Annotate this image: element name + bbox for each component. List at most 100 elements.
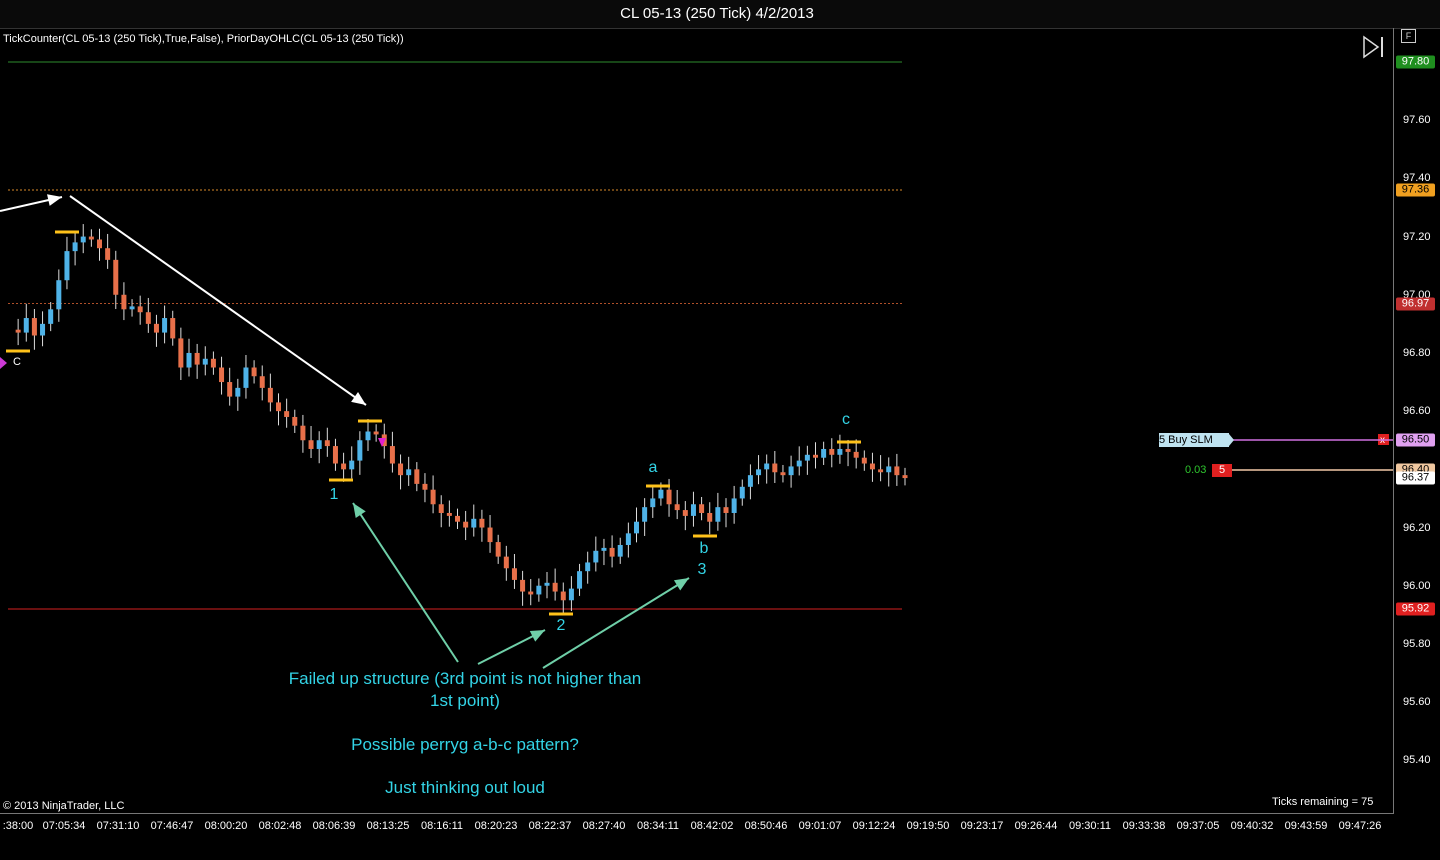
candle-body (267, 387, 273, 403)
time-tick-label: 09:23:17 (960, 820, 1004, 832)
candle-body (894, 466, 900, 476)
time-tick-label: 09:01:07 (798, 820, 842, 832)
price-tick-label: 97.60 (1403, 114, 1431, 127)
price-tick-label: 96.20 (1403, 521, 1431, 534)
price-tick-label: 95.60 (1403, 696, 1431, 709)
candle-body (731, 498, 737, 513)
candle-body (121, 294, 127, 310)
price-tick-label: 96.60 (1403, 405, 1431, 418)
price-badge-last: 96.37 (1396, 471, 1435, 485)
candle-body (804, 454, 810, 461)
candle-body (324, 440, 330, 447)
candle-body (471, 518, 477, 528)
copyright: © 2013 NinjaTrader, LLC (3, 800, 125, 812)
candle-body (178, 338, 184, 368)
candle-body (886, 466, 892, 473)
candle-body (585, 562, 591, 572)
candle-body (495, 542, 501, 557)
time-tick-label: 08:06:39 (312, 820, 356, 832)
price-tick-label: 96.80 (1403, 346, 1431, 359)
candle-body (365, 431, 371, 441)
candle-body (23, 318, 29, 333)
candle-body (544, 582, 550, 586)
price-badge-buy-order: 96.50 (1396, 433, 1435, 447)
time-tick-label: 09:19:50 (906, 820, 950, 832)
candle-body (788, 466, 794, 476)
candle-body (284, 411, 290, 417)
candle-body (666, 489, 672, 505)
candle-body (772, 463, 778, 473)
candle-body (137, 306, 143, 313)
time-tick-label: 09:40:32 (1230, 820, 1274, 832)
candle-body (72, 242, 78, 252)
candle-body (406, 469, 412, 476)
candle-body (780, 472, 786, 476)
candle-body (463, 521, 469, 528)
candle-body (219, 367, 225, 383)
candle-body (194, 352, 200, 365)
arrow-to-1-head (353, 503, 366, 518)
arrow-to-3-head (673, 578, 689, 591)
time-tick-label: 09:37:05 (1176, 820, 1220, 832)
candle-body (690, 504, 696, 516)
candle-body (568, 588, 574, 601)
candle-body (845, 448, 851, 452)
candle-body (642, 507, 648, 522)
candle-body (715, 507, 721, 522)
candle-body (88, 236, 94, 240)
buy-order-tag[interactable]: 5 Buy SLM (1159, 433, 1229, 447)
time-tick-label: 07:05:34 (42, 820, 86, 832)
candle-body (332, 446, 338, 464)
candle-body (487, 527, 493, 543)
candle-body (251, 367, 257, 377)
price-tick-label: 96.00 (1403, 579, 1431, 592)
candle-body (861, 457, 867, 464)
arrow-to-1 (352, 502, 459, 663)
candle-body (503, 556, 509, 569)
candle-body (869, 463, 875, 470)
candle-body (634, 521, 639, 534)
candle-body (259, 376, 265, 388)
price-axis[interactable]: 95.4095.6095.8096.0096.2096.4096.6096.80… (1393, 28, 1440, 814)
time-tick-label: 09:33:38 (1122, 820, 1166, 832)
position-qty[interactable]: 5 (1212, 464, 1232, 477)
position-pl: 0.03 (1185, 464, 1207, 476)
time-axis[interactable]: :38:00 07:05:34 07:31:10 07:46:47 08:00:20 08… (0, 813, 1394, 860)
note-line-2: 1st point) (430, 691, 500, 710)
candle-body (617, 544, 623, 557)
candle-body (56, 280, 62, 310)
arrow-left-head (47, 194, 62, 206)
candle-body (357, 440, 363, 461)
candle-body (389, 446, 395, 464)
arrows (0, 194, 690, 669)
candle-body (292, 416, 298, 426)
price-chart[interactable]: x (0, 0, 1394, 813)
candle-body (528, 591, 534, 595)
wave-a-label: a (648, 459, 658, 476)
point-2-label: 2 (556, 617, 566, 634)
candle-body (511, 568, 517, 580)
time-tick-label: :38:00 (2, 820, 34, 832)
time-tick-label: 09:26:44 (1014, 820, 1058, 832)
wave-c-label: c (842, 411, 850, 428)
candle-body (813, 454, 818, 458)
candle-body (398, 463, 404, 476)
price-badge-high: 97.80 (1396, 55, 1435, 69)
candle-body (153, 323, 159, 333)
candle-body (186, 352, 192, 368)
candle-body (878, 469, 884, 473)
candle-body (210, 358, 216, 368)
time-tick-label: 08:13:25 (366, 820, 410, 832)
play-icon (1363, 35, 1380, 59)
time-tick-label: 08:20:23 (474, 820, 518, 832)
candle-body (243, 367, 249, 388)
candle-body (658, 489, 664, 499)
candles (15, 224, 908, 615)
candle-body (747, 475, 753, 487)
buy-order-tip (1229, 434, 1234, 446)
note-line-1: Failed up structure (3rd point is not hi… (288, 669, 642, 688)
candle-body (113, 259, 119, 295)
candle-body (300, 425, 306, 441)
candle-body (414, 469, 420, 484)
candle-body (853, 451, 859, 458)
